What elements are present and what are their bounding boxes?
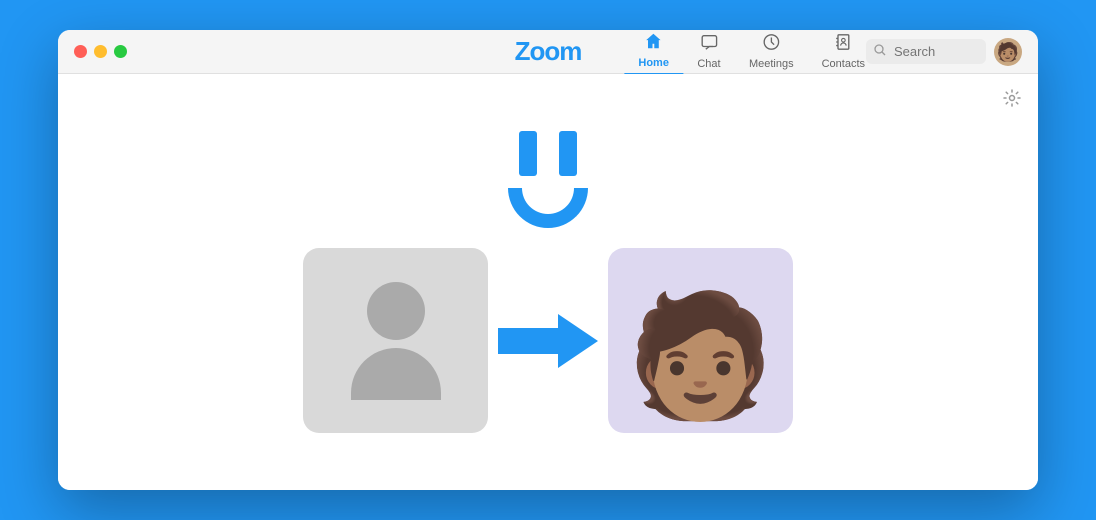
tab-chat-label: Chat <box>697 58 720 70</box>
person-emoji: 🧑🏽 <box>626 296 775 416</box>
window-controls <box>74 45 127 58</box>
contacts-icon <box>834 33 852 56</box>
zoom-logo-text: Zoom <box>515 36 582 67</box>
tab-home-label: Home <box>638 57 669 69</box>
minimize-button[interactable] <box>94 45 107 58</box>
tab-home[interactable]: Home <box>624 30 683 75</box>
home-icon <box>645 32 663 55</box>
zoom-face-illustration <box>508 131 588 228</box>
eye-right <box>559 131 577 176</box>
zoom-logo: Zoom <box>515 36 582 67</box>
settings-button[interactable] <box>1002 88 1022 113</box>
main-content: 🧑🏽 <box>58 74 1038 490</box>
placeholder-card <box>303 248 488 433</box>
tab-meetings[interactable]: Meetings <box>735 30 808 74</box>
search-icon <box>874 44 886 59</box>
person-body <box>351 348 441 400</box>
tab-chat[interactable]: Chat <box>683 30 735 74</box>
tab-meetings-label: Meetings <box>749 58 794 70</box>
person-placeholder <box>351 282 441 400</box>
arrow-container <box>488 306 608 376</box>
search-area <box>866 39 986 64</box>
search-wrapper <box>866 39 986 64</box>
person-head <box>367 282 425 340</box>
arrow-icon <box>498 306 598 376</box>
tab-contacts-label: Contacts <box>822 58 865 70</box>
face-smile <box>508 188 588 228</box>
nav-tabs: Home Chat <box>624 30 879 75</box>
person-card: 🧑🏽 <box>608 248 793 433</box>
cards-row: 🧑🏽 <box>303 248 793 433</box>
close-button[interactable] <box>74 45 87 58</box>
chat-icon <box>700 33 718 56</box>
eye-left <box>519 131 537 176</box>
meetings-icon <box>762 33 780 56</box>
user-avatar-emoji: 🧑🏽 <box>997 43 1019 61</box>
avatar[interactable]: 🧑🏽 <box>994 38 1022 66</box>
titlebar: Zoom Home Chat <box>58 30 1038 74</box>
maximize-button[interactable] <box>114 45 127 58</box>
app-window: Zoom Home Chat <box>58 30 1038 490</box>
face-eyes <box>519 131 577 176</box>
